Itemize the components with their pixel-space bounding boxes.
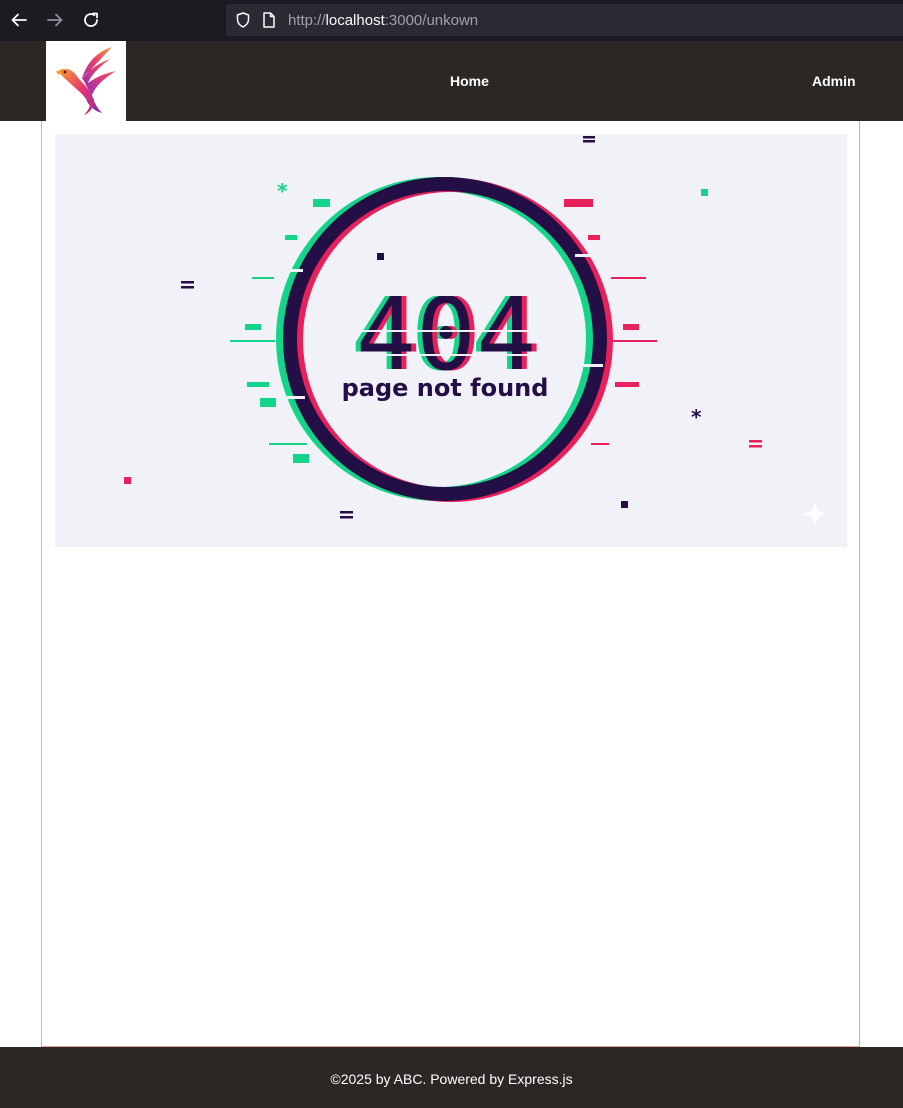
- shield-icon[interactable]: [234, 11, 252, 29]
- svg-text:*: *: [691, 405, 702, 429]
- svg-text:*: *: [277, 179, 288, 203]
- footer-copyright: ©2025 by ABC. Powered by Express.js: [330, 1071, 573, 1087]
- forward-button[interactable]: [43, 8, 67, 32]
- bird-logo-icon: [56, 47, 116, 115]
- url-path: :3000/unkown: [384, 12, 479, 29]
- url-host: localhost: [325, 12, 385, 29]
- browser-toolbar: http://localhost:3000/unkown: [0, 0, 903, 41]
- site-footer: ©2025 by ABC. Powered by Express.js: [0, 1047, 903, 1108]
- url-scheme: http://: [288, 12, 326, 29]
- reload-button[interactable]: [79, 8, 103, 32]
- url-text: http://localhost:3000/unkown: [288, 12, 478, 29]
- arrow-right-icon: [47, 13, 63, 27]
- back-button[interactable]: [7, 8, 31, 32]
- page-icon: [263, 12, 275, 28]
- main-content: * * 404 404 404 page not found: [41, 121, 860, 1047]
- address-bar[interactable]: http://localhost:3000/unkown: [226, 4, 903, 36]
- nav-admin-link[interactable]: Admin: [812, 73, 856, 89]
- site-header: Home Admin: [0, 41, 903, 121]
- glitch-404-graphic: * * 404 404 404 page not found: [124, 136, 827, 526]
- site-logo[interactable]: [46, 41, 126, 121]
- nav-home-link[interactable]: Home: [450, 73, 489, 89]
- reload-icon: [84, 12, 98, 27]
- error-message: page not found: [342, 374, 549, 402]
- not-found-illustration: * * 404 404 404 page not found: [55, 134, 847, 547]
- arrow-left-icon: [11, 13, 27, 27]
